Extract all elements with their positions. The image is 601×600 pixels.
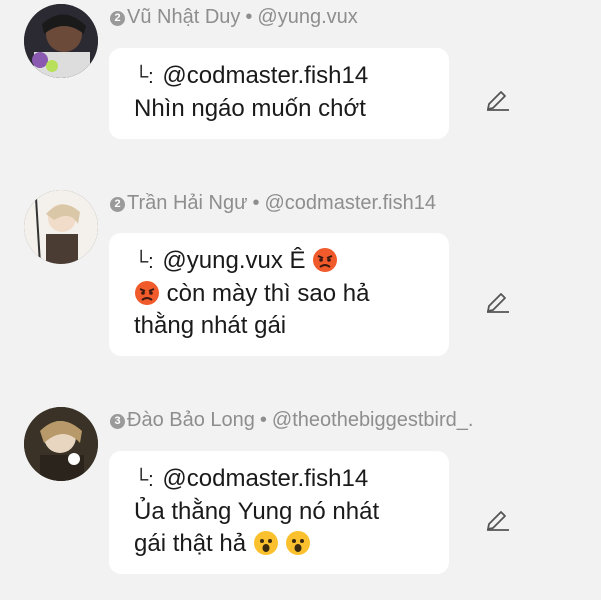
angry-face-emoji [135, 281, 159, 305]
avatar[interactable] [24, 4, 98, 78]
author-name[interactable]: Trần Hải Ngư [127, 192, 247, 214]
author-name[interactable]: Đào Bảo Long [127, 409, 255, 431]
comment-bubble: └: @codmaster.fish14 Nhìn ngáo muốn chớt [109, 48, 449, 139]
angry-face-emoji [313, 248, 338, 272]
comment-text: thằng nhát gái [134, 312, 287, 339]
rank-badge: 2 [110, 196, 125, 212]
mention-link[interactable]: @codmaster.fish14 [162, 62, 368, 89]
comment-bubble: └: @codmaster.fish14 Ủa thằng Yung nó nh… [109, 451, 449, 574]
pencil-edit-icon[interactable] [483, 84, 511, 112]
pencil-edit-icon[interactable] [483, 286, 511, 314]
avatar[interactable] [24, 190, 98, 264]
anguished-face-emoji [253, 531, 278, 555]
rank-badge: 3 [110, 413, 125, 429]
rank-badge: 2 [110, 10, 125, 26]
comment-text: Nhìn ngáo muốn chớt [134, 95, 366, 122]
mention-link[interactable]: @yung.vux [162, 247, 282, 274]
comment-text: Ủa thằng Yung nó nhát [134, 498, 380, 525]
comment-header: 2 Trần Hải Ngư • @codmaster.fish14 [110, 192, 436, 215]
avatar[interactable] [24, 407, 98, 481]
author-handle[interactable]: @theothebiggestbird_. [272, 409, 474, 431]
anguished-face-emoji [286, 531, 311, 555]
author-handle[interactable]: @yung.vux [257, 6, 357, 28]
comment-text: còn mày thì sao hả [166, 280, 370, 307]
reply-arrow-icon: └: [134, 469, 154, 491]
pencil-edit-icon[interactable] [483, 504, 511, 532]
comment-header: 3 Đào Bảo Long • @theothebiggestbird_. [110, 409, 473, 432]
separator-dot: • [252, 192, 260, 214]
reply-arrow-icon: └: [134, 66, 154, 88]
author-name[interactable]: Vũ Nhật Duy [127, 6, 240, 28]
comment-text: Ê [289, 247, 306, 274]
comment-bubble: └: @yung.vux Ê còn mày thì sao hả thằng … [109, 233, 449, 356]
separator-dot: • [259, 409, 267, 431]
separator-dot: • [245, 6, 253, 28]
author-handle[interactable]: @codmaster.fish14 [264, 192, 436, 214]
mention-link[interactable]: @codmaster.fish14 [162, 465, 368, 492]
reply-arrow-icon: └: [134, 251, 154, 273]
comment-header: 2 Vũ Nhật Duy • @yung.vux [110, 6, 358, 29]
comment-text: gái thật hả [134, 530, 247, 557]
